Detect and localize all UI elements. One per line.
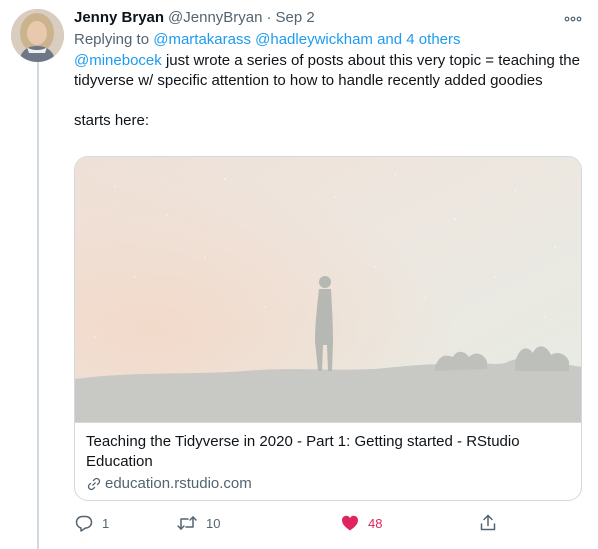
tweet-text: @minebocek just wrote a series of posts …: [74, 51, 584, 131]
reply-count: 1: [102, 515, 110, 531]
thread-line: [37, 62, 39, 549]
share-icon: [478, 513, 498, 533]
like-count: 48: [368, 515, 383, 531]
tweet: Jenny Bryan @JennyBryan · Sep 2 Replying…: [0, 0, 598, 549]
reply-others-link[interactable]: 4 others: [406, 31, 460, 48]
separator-dot: ·: [266, 9, 272, 26]
retweet-icon: [176, 513, 198, 533]
link-icon: [86, 476, 102, 492]
share-button[interactable]: [478, 510, 498, 536]
body-mention[interactable]: @minebocek: [74, 52, 162, 69]
card-domain[interactable]: education.rstudio.com: [86, 474, 572, 494]
action-bar: 1 10 48: [70, 510, 510, 536]
card-image: [75, 157, 581, 423]
heart-icon: [340, 513, 360, 533]
reply-mention[interactable]: @hadleywickham: [255, 31, 373, 48]
like-button[interactable]: 48: [340, 510, 382, 536]
link-card[interactable]: Teaching the Tidyverse in 2020 - Part 1:…: [74, 156, 582, 501]
avatar[interactable]: [11, 9, 64, 62]
reply-mention[interactable]: @martakarass: [153, 31, 251, 48]
reply-icon: [74, 513, 94, 533]
card-body: Teaching the Tidyverse in 2020 - Part 1:…: [86, 432, 572, 494]
retweet-count: 10: [206, 515, 221, 531]
reply-and-word: and: [377, 31, 403, 48]
author-name[interactable]: Jenny Bryan: [74, 8, 164, 28]
replying-to-label: Replying to: [74, 31, 150, 48]
tweet-content: Jenny Bryan @JennyBryan · Sep 2 Replying…: [74, 8, 584, 131]
retweet-button[interactable]: 10: [176, 510, 220, 536]
replying-to: Replying to @martakarass @hadleywickham …: [74, 30, 584, 50]
card-title[interactable]: Teaching the Tidyverse in 2020 - Part 1:…: [86, 432, 572, 472]
tweet-date[interactable]: Sep 2: [276, 8, 315, 28]
author-handle[interactable]: @JennyBryan: [168, 8, 262, 28]
card-domain-text: education.rstudio.com: [105, 475, 252, 492]
tweet-header: Jenny Bryan @JennyBryan · Sep 2: [74, 8, 584, 28]
reply-button[interactable]: 1: [74, 510, 109, 536]
body-second-line: starts here:: [74, 112, 150, 129]
